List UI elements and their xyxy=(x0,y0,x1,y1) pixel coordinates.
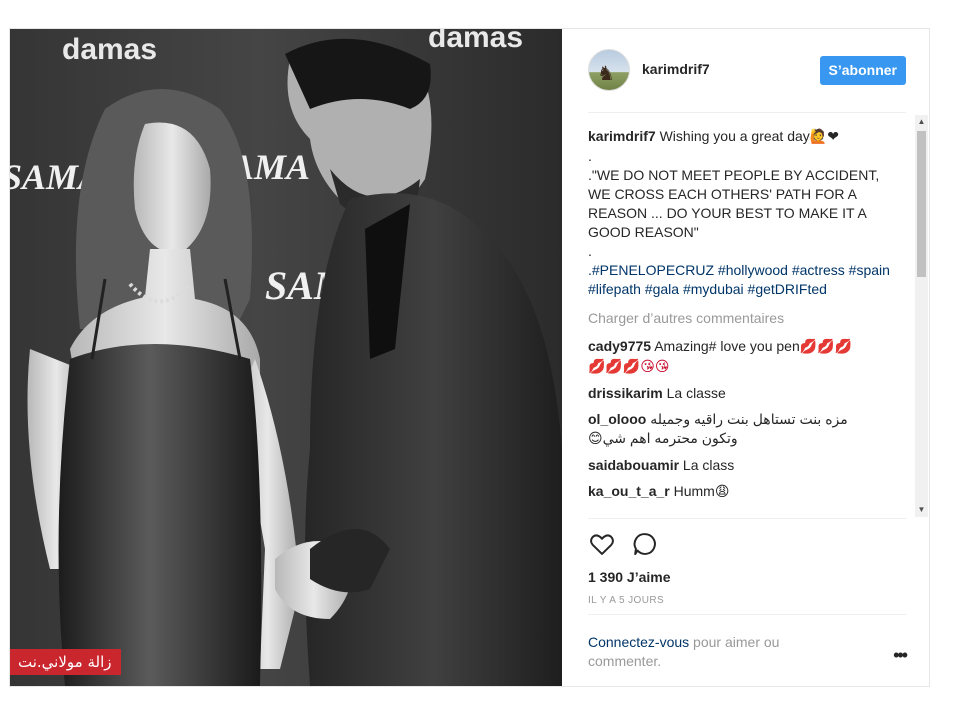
comment-text: مزه بنت تستاهل بنت راقيه وجميله xyxy=(650,411,848,427)
heart-outline-icon[interactable] xyxy=(588,530,616,558)
scroll-up-arrow-icon[interactable]: ▲ xyxy=(915,115,928,129)
caption-dot-2: . xyxy=(588,243,592,259)
comment-item: saidabouamir La class xyxy=(588,456,896,475)
comment-text: La classe xyxy=(666,385,726,401)
smile-emoji-icon: 😊 xyxy=(588,431,603,447)
comment-item: drissikarim La classe xyxy=(588,384,896,403)
brand-text-damas-right: damas xyxy=(428,29,523,54)
weary-emoji-icon: 😩 xyxy=(714,484,730,500)
comment-username[interactable]: ol_olooo xyxy=(588,411,646,427)
more-options-button[interactable]: ••• xyxy=(893,645,908,666)
post-photo[interactable]: damas damas SAMA SAMA SAMA زالة مولاني.ن… xyxy=(10,29,562,686)
instagram-post: damas damas SAMA SAMA SAMA زالة مولاني.ن… xyxy=(9,28,930,687)
login-prompt: Connectez-vous pour aimer ou commenter. … xyxy=(588,614,908,674)
comment-username[interactable]: saidabouamir xyxy=(588,457,679,473)
caption-quote: ."WE DO NOT MEET PEOPLE BY ACCIDENT, WE … xyxy=(588,167,880,240)
caption-emoji: 🙋❤ xyxy=(809,129,839,145)
follow-button[interactable]: S’abonner xyxy=(819,56,906,85)
comment-item: cady9775 Amazing# love you pen💋💋💋 💋💋💋😘😘 xyxy=(588,337,896,377)
caption-hashtags[interactable]: .#PENELOPECRUZ #hollywood #actress #spai… xyxy=(588,261,896,299)
caption-username[interactable]: karimdrif7 xyxy=(588,128,656,144)
comment-username[interactable]: drissikarim xyxy=(588,385,663,401)
comments-scrollbar[interactable]: ▲ ▼ xyxy=(915,115,928,517)
speech-bubble-icon[interactable] xyxy=(631,530,659,558)
lips-emoji-icon: 💋💋💋 xyxy=(799,339,853,355)
load-more-comments-link[interactable]: Charger d’autres commentaires xyxy=(588,309,896,328)
post-timestamp[interactable]: IL Y A 5 JOURS xyxy=(588,595,664,606)
scroll-thumb[interactable] xyxy=(917,131,926,277)
horse-icon: ♞ xyxy=(597,63,615,85)
photo-illustration: damas damas SAMA SAMA SAMA xyxy=(10,29,562,686)
caption-text: Wishing you a great day xyxy=(659,128,810,144)
likes-count[interactable]: 1 390 J’aime xyxy=(588,569,671,585)
comment-item: ka_ou_t_a_r Humm😩 xyxy=(588,482,896,502)
scroll-down-arrow-icon[interactable]: ▼ xyxy=(915,503,928,517)
lips-emoji-icon: 💋💋💋😘😘 xyxy=(588,359,670,375)
comment-item: ol_olooo مزه بنت تستاهل بنت راقيه وجميله… xyxy=(588,410,896,449)
comment-text: La class xyxy=(682,457,735,473)
comment-username[interactable]: cady9775 xyxy=(588,338,651,354)
comment-text-line-2: وتكون محترمه اهم شي xyxy=(602,430,738,446)
avatar[interactable]: ♞ xyxy=(588,49,630,91)
login-link[interactable]: Connectez-vous xyxy=(588,634,689,650)
comment-text: Amazing# love you pen xyxy=(654,338,800,354)
brand-text-damas-left: damas xyxy=(62,33,157,66)
login-text: Connectez-vous pour aimer ou commenter. xyxy=(588,633,828,671)
comment-username[interactable]: ka_ou_t_a_r xyxy=(588,483,670,499)
header-username[interactable]: karimdrif7 xyxy=(642,61,710,77)
post-side-panel: ♞ karimdrif7 S’abonner karimdrif7 Wishin… xyxy=(562,29,929,686)
comment-text: Humm xyxy=(673,483,715,499)
caption-dot-1: . xyxy=(588,148,592,164)
watermark-badge: زالة مولاني.نت xyxy=(10,649,122,675)
comments-list[interactable]: karimdrif7 Wishing you a great day🙋❤ . .… xyxy=(588,127,896,517)
caption: karimdrif7 Wishing you a great day🙋❤ xyxy=(588,127,896,147)
post-header: ♞ karimdrif7 S’abonner xyxy=(588,47,906,113)
